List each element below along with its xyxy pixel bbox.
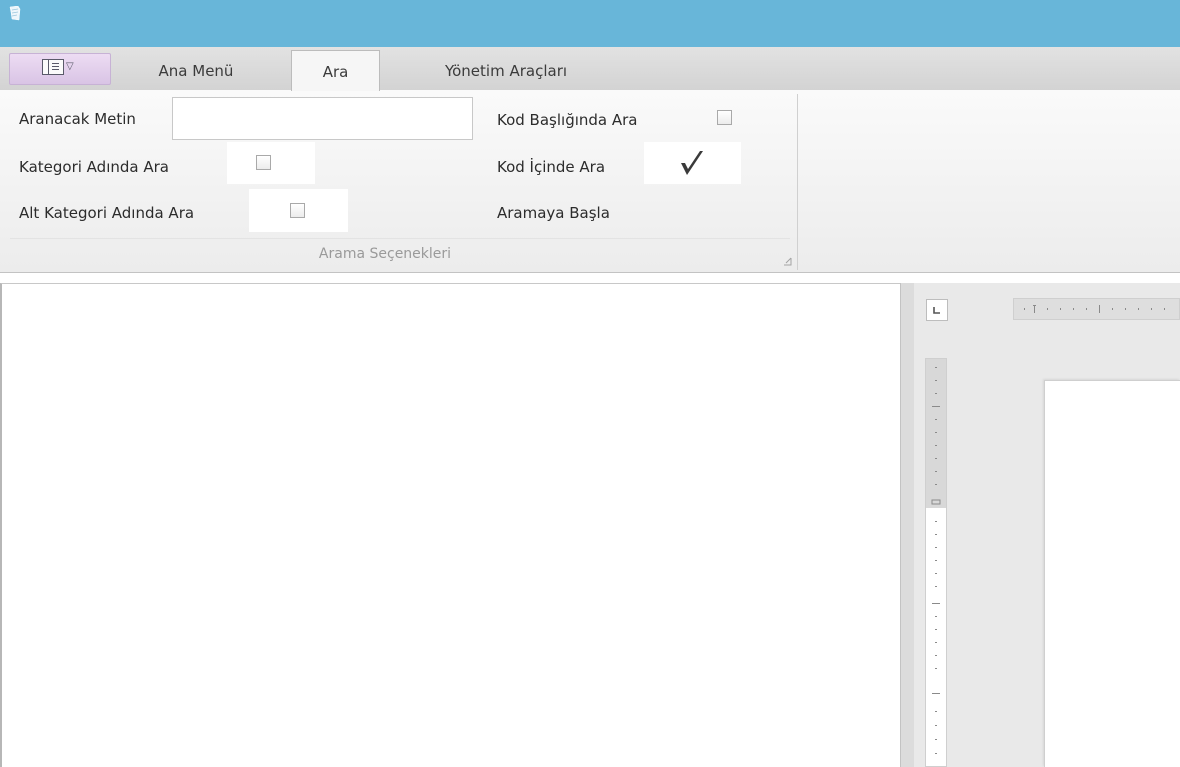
app-menu-button[interactable]: ▽ [9, 53, 111, 85]
search-text-label: Aranacak Metin [19, 110, 136, 128]
code-title-checkbox[interactable] [717, 110, 732, 125]
sub-category-name-checkbox[interactable] [290, 203, 305, 218]
pane-splitter[interactable] [900, 283, 914, 767]
ribbon-group-separator [797, 94, 798, 270]
app-icon [9, 6, 21, 21]
code-content-checkbox[interactable] [678, 148, 708, 178]
app-menu-icon [42, 59, 64, 75]
code-title-label: Kod Başlığında Ara [497, 111, 638, 129]
dialog-launcher-icon[interactable] [783, 257, 792, 266]
checkmark-icon [681, 151, 703, 175]
results-pane[interactable] [0, 283, 900, 767]
search-text-input[interactable] [172, 97, 473, 140]
horizontal-ruler-ticks [1024, 305, 1165, 313]
tab-ana-menu[interactable]: Ana Menü [136, 50, 256, 90]
chevron-down-icon: ▽ [66, 61, 74, 72]
document-page[interactable] [1044, 380, 1180, 767]
start-search-button[interactable]: Aramaya Başla [497, 204, 610, 222]
tab-stop-icon[interactable] [926, 299, 948, 321]
vertical-ruler-ticks [931, 367, 941, 754]
category-name-label: Kategori Adında Ara [19, 158, 169, 176]
tab-yonetim-araclari[interactable]: Yönetim Araçları [411, 50, 601, 90]
category-name-checkbox-area [227, 142, 315, 184]
code-content-label: Kod İçinde Ara [497, 158, 606, 176]
group-caption-divider [10, 238, 790, 239]
title-bar [0, 0, 1180, 47]
tab-ara[interactable]: Ara [291, 50, 380, 91]
group-caption: Arama Seçenekleri [318, 246, 452, 262]
sub-category-name-label: Alt Kategori Adında Ara [19, 204, 195, 222]
horizontal-ruler[interactable] [1013, 298, 1180, 320]
category-name-checkbox[interactable] [256, 155, 271, 170]
